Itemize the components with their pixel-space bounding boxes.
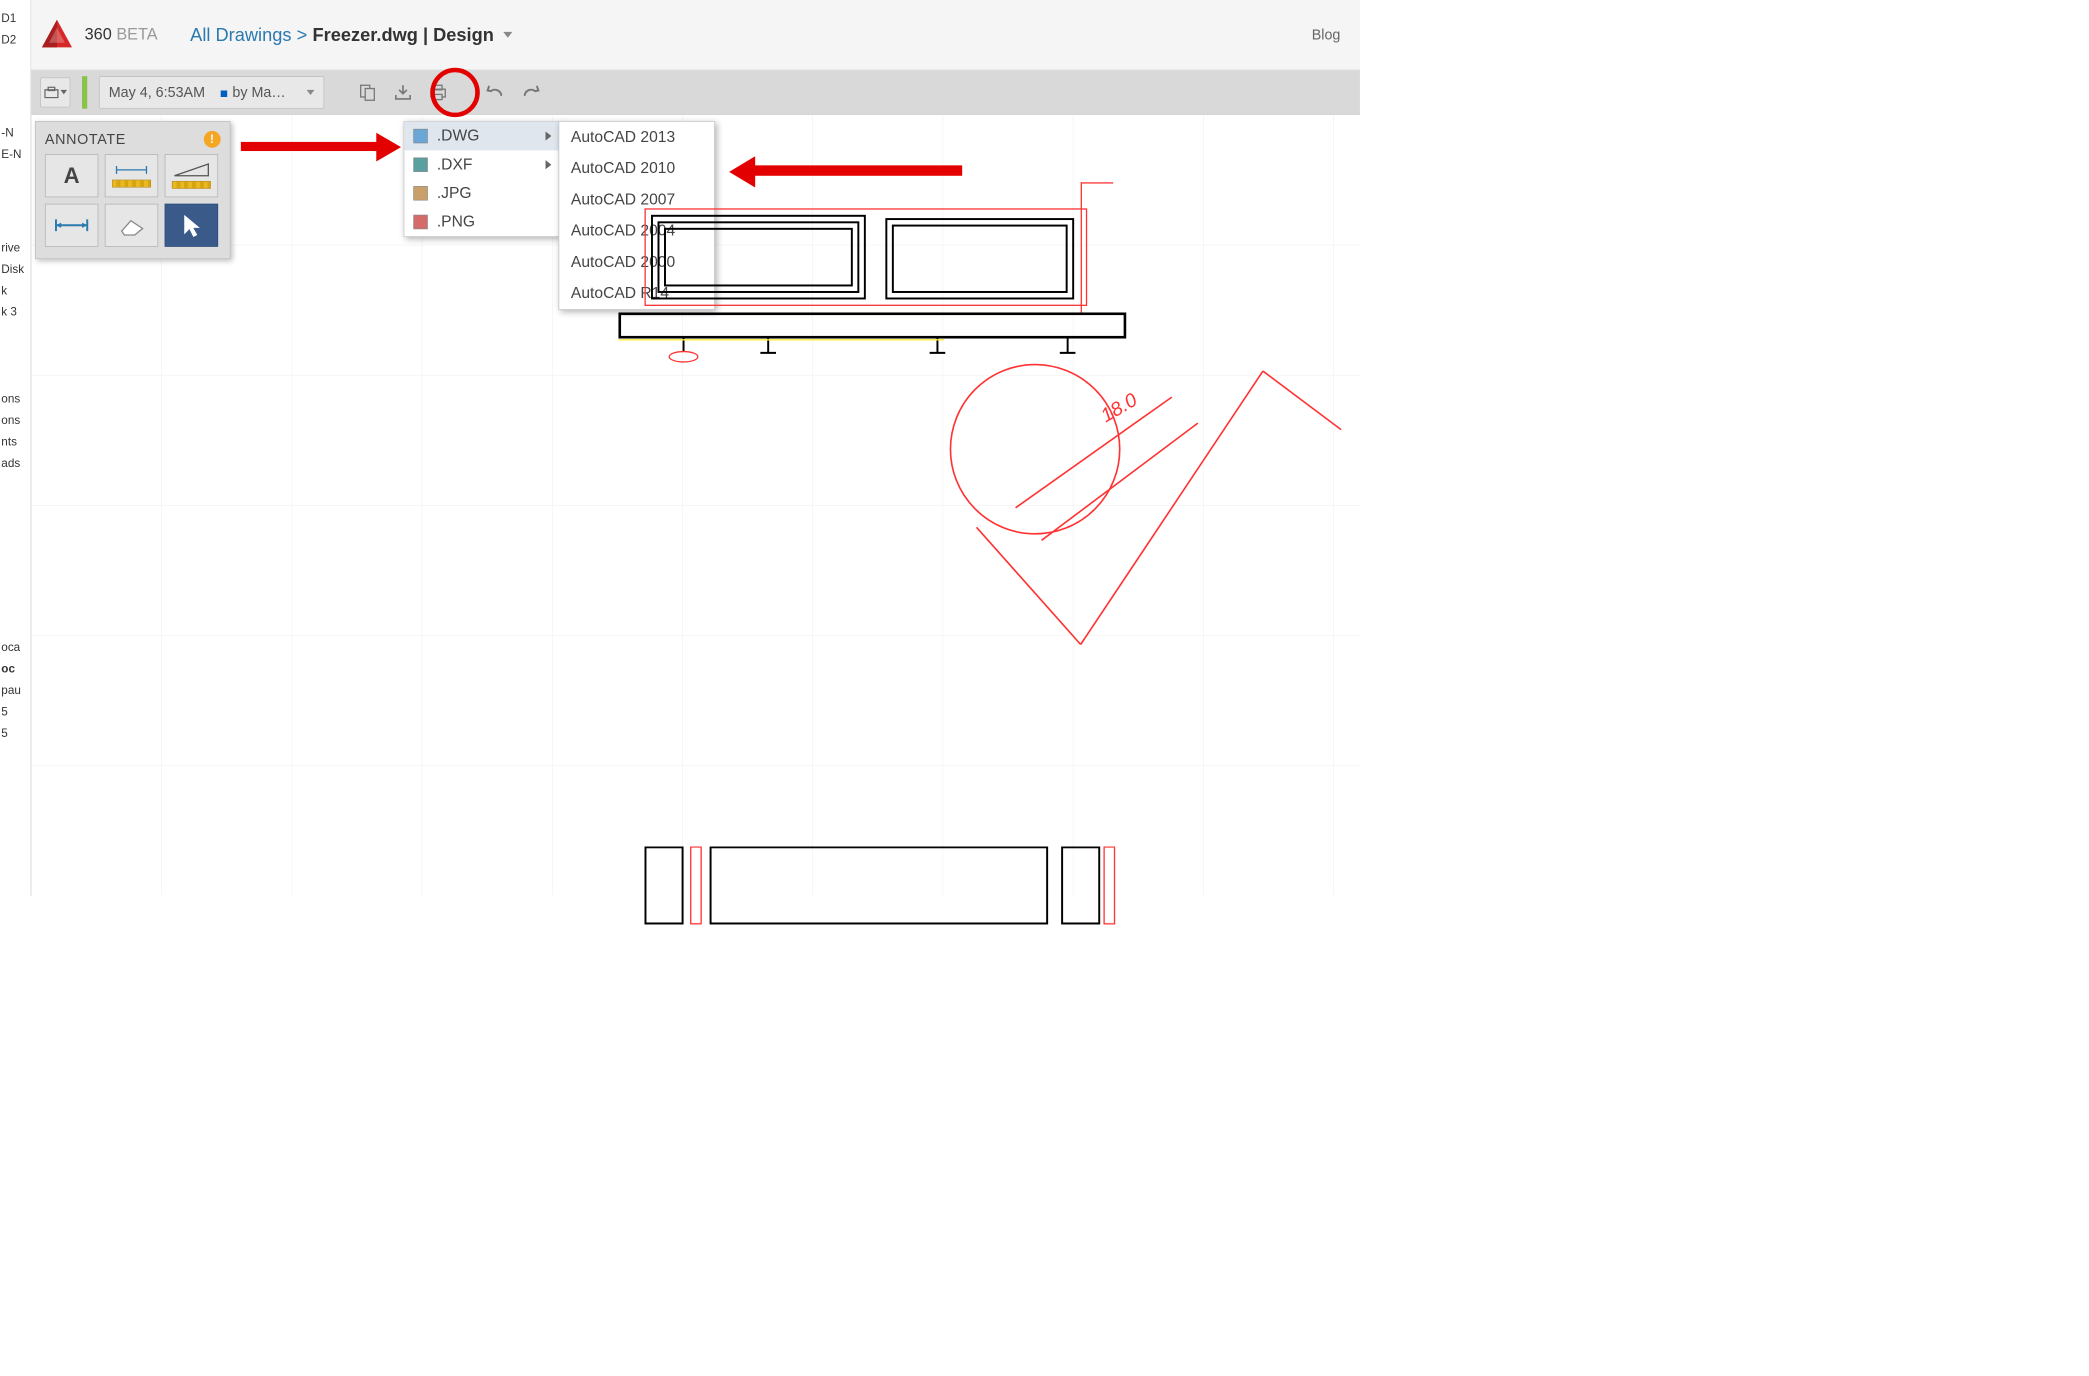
file-icon xyxy=(413,186,427,200)
print-icon xyxy=(429,84,447,101)
breadcrumb: All Drawings > Freezer.dwg | Design xyxy=(190,24,512,45)
file-icon xyxy=(413,158,427,172)
left-item[interactable]: ons xyxy=(0,388,31,409)
file-menu-button[interactable] xyxy=(40,77,70,107)
print-button[interactable] xyxy=(424,78,451,105)
linear-dimension-button[interactable] xyxy=(105,154,158,197)
breadcrumb-separator: > xyxy=(297,24,308,45)
left-item[interactable]: 5 xyxy=(0,723,31,744)
redo-icon xyxy=(521,84,541,100)
undo-button[interactable] xyxy=(482,78,509,105)
autocad-logo-icon xyxy=(39,17,75,53)
file-icon xyxy=(413,215,427,229)
chevron-down-icon[interactable] xyxy=(503,32,512,38)
redo-button[interactable] xyxy=(517,78,544,105)
aligned-icon xyxy=(52,215,91,235)
erase-button[interactable] xyxy=(105,204,158,247)
download-icon xyxy=(393,83,413,101)
left-item[interactable]: E-N xyxy=(0,144,31,165)
chevron-right-icon xyxy=(546,132,552,141)
export-dwg-item[interactable]: .DWG xyxy=(404,122,559,151)
left-item[interactable]: D2 xyxy=(0,29,31,50)
warning-icon[interactable]: ! xyxy=(204,131,221,148)
revision-selector[interactable]: May 4, 6:53AM by Ma… xyxy=(99,76,324,109)
left-item[interactable]: ads xyxy=(0,452,31,473)
dimension-graphic xyxy=(924,345,1380,684)
left-item[interactable]: pau xyxy=(0,680,31,701)
main-toolbar: May 4, 6:53AM by Ma… xyxy=(31,70,1360,114)
copy-button[interactable] xyxy=(354,78,381,105)
left-item[interactable]: oc xyxy=(0,658,31,679)
left-item[interactable]: k 3 xyxy=(0,301,31,322)
aligned-dimension-button[interactable] xyxy=(45,204,98,247)
text-tool-button[interactable]: A xyxy=(45,154,98,197)
menu-item-label: .DXF xyxy=(437,156,473,174)
blog-link[interactable]: Blog xyxy=(1312,26,1341,43)
breadcrumb-current[interactable]: Freezer.dwg | Design xyxy=(313,24,494,45)
annotate-title: ANNOTATE xyxy=(45,131,126,148)
copy-icon xyxy=(359,83,377,101)
angle-icon xyxy=(173,163,209,177)
export-dxf-item[interactable]: .DXF xyxy=(404,150,559,179)
dimension-icon xyxy=(114,164,149,176)
export-png-item[interactable]: .PNG xyxy=(404,208,559,237)
menu-item-label: .PNG xyxy=(437,213,475,231)
export-format-menu: .DWG .DXF .JPG .PNG xyxy=(404,121,560,237)
brand-label: 360 BETA xyxy=(85,25,158,44)
left-item[interactable]: rive xyxy=(0,237,31,258)
file-icon xyxy=(413,129,427,143)
left-nav-strip: D1 D2 -N E-N rive Disk k k 3 ons ons nts… xyxy=(0,0,31,896)
eraser-icon xyxy=(118,214,145,236)
undo-icon xyxy=(486,84,506,100)
left-item[interactable]: k xyxy=(0,280,31,301)
menu-item-label: .JPG xyxy=(437,184,472,202)
left-item[interactable]: -N xyxy=(0,122,31,143)
status-indicator xyxy=(82,76,87,109)
cursor-icon xyxy=(180,212,202,238)
app-header: 360 BETA All Drawings > Freezer.dwg | De… xyxy=(31,0,1360,70)
select-tool-button[interactable] xyxy=(165,204,218,247)
export-jpg-item[interactable]: .JPG xyxy=(404,179,559,208)
annotate-panel: ANNOTATE ! A xyxy=(35,121,230,259)
left-item[interactable]: D1 xyxy=(0,8,31,29)
author-label: by Ma… xyxy=(221,84,286,101)
left-item[interactable]: ons xyxy=(0,409,31,430)
briefcase-icon xyxy=(44,86,58,98)
angle-dimension-button[interactable] xyxy=(165,154,218,197)
left-item[interactable]: Disk xyxy=(0,258,31,279)
left-item[interactable]: nts xyxy=(0,431,31,452)
caret-down-icon xyxy=(307,90,315,95)
menu-item-label: .DWG xyxy=(437,127,480,145)
breadcrumb-root[interactable]: All Drawings xyxy=(190,24,291,45)
version-item[interactable]: AutoCAD 2010 xyxy=(559,153,714,184)
download-button[interactable] xyxy=(389,78,416,105)
caret-down-icon xyxy=(60,90,67,95)
left-item[interactable]: oca xyxy=(0,637,31,658)
timestamp-label: May 4, 6:53AM xyxy=(109,84,205,101)
version-item[interactable]: AutoCAD 2013 xyxy=(559,122,714,153)
left-item[interactable]: 5 xyxy=(0,701,31,722)
chevron-right-icon xyxy=(546,160,552,169)
